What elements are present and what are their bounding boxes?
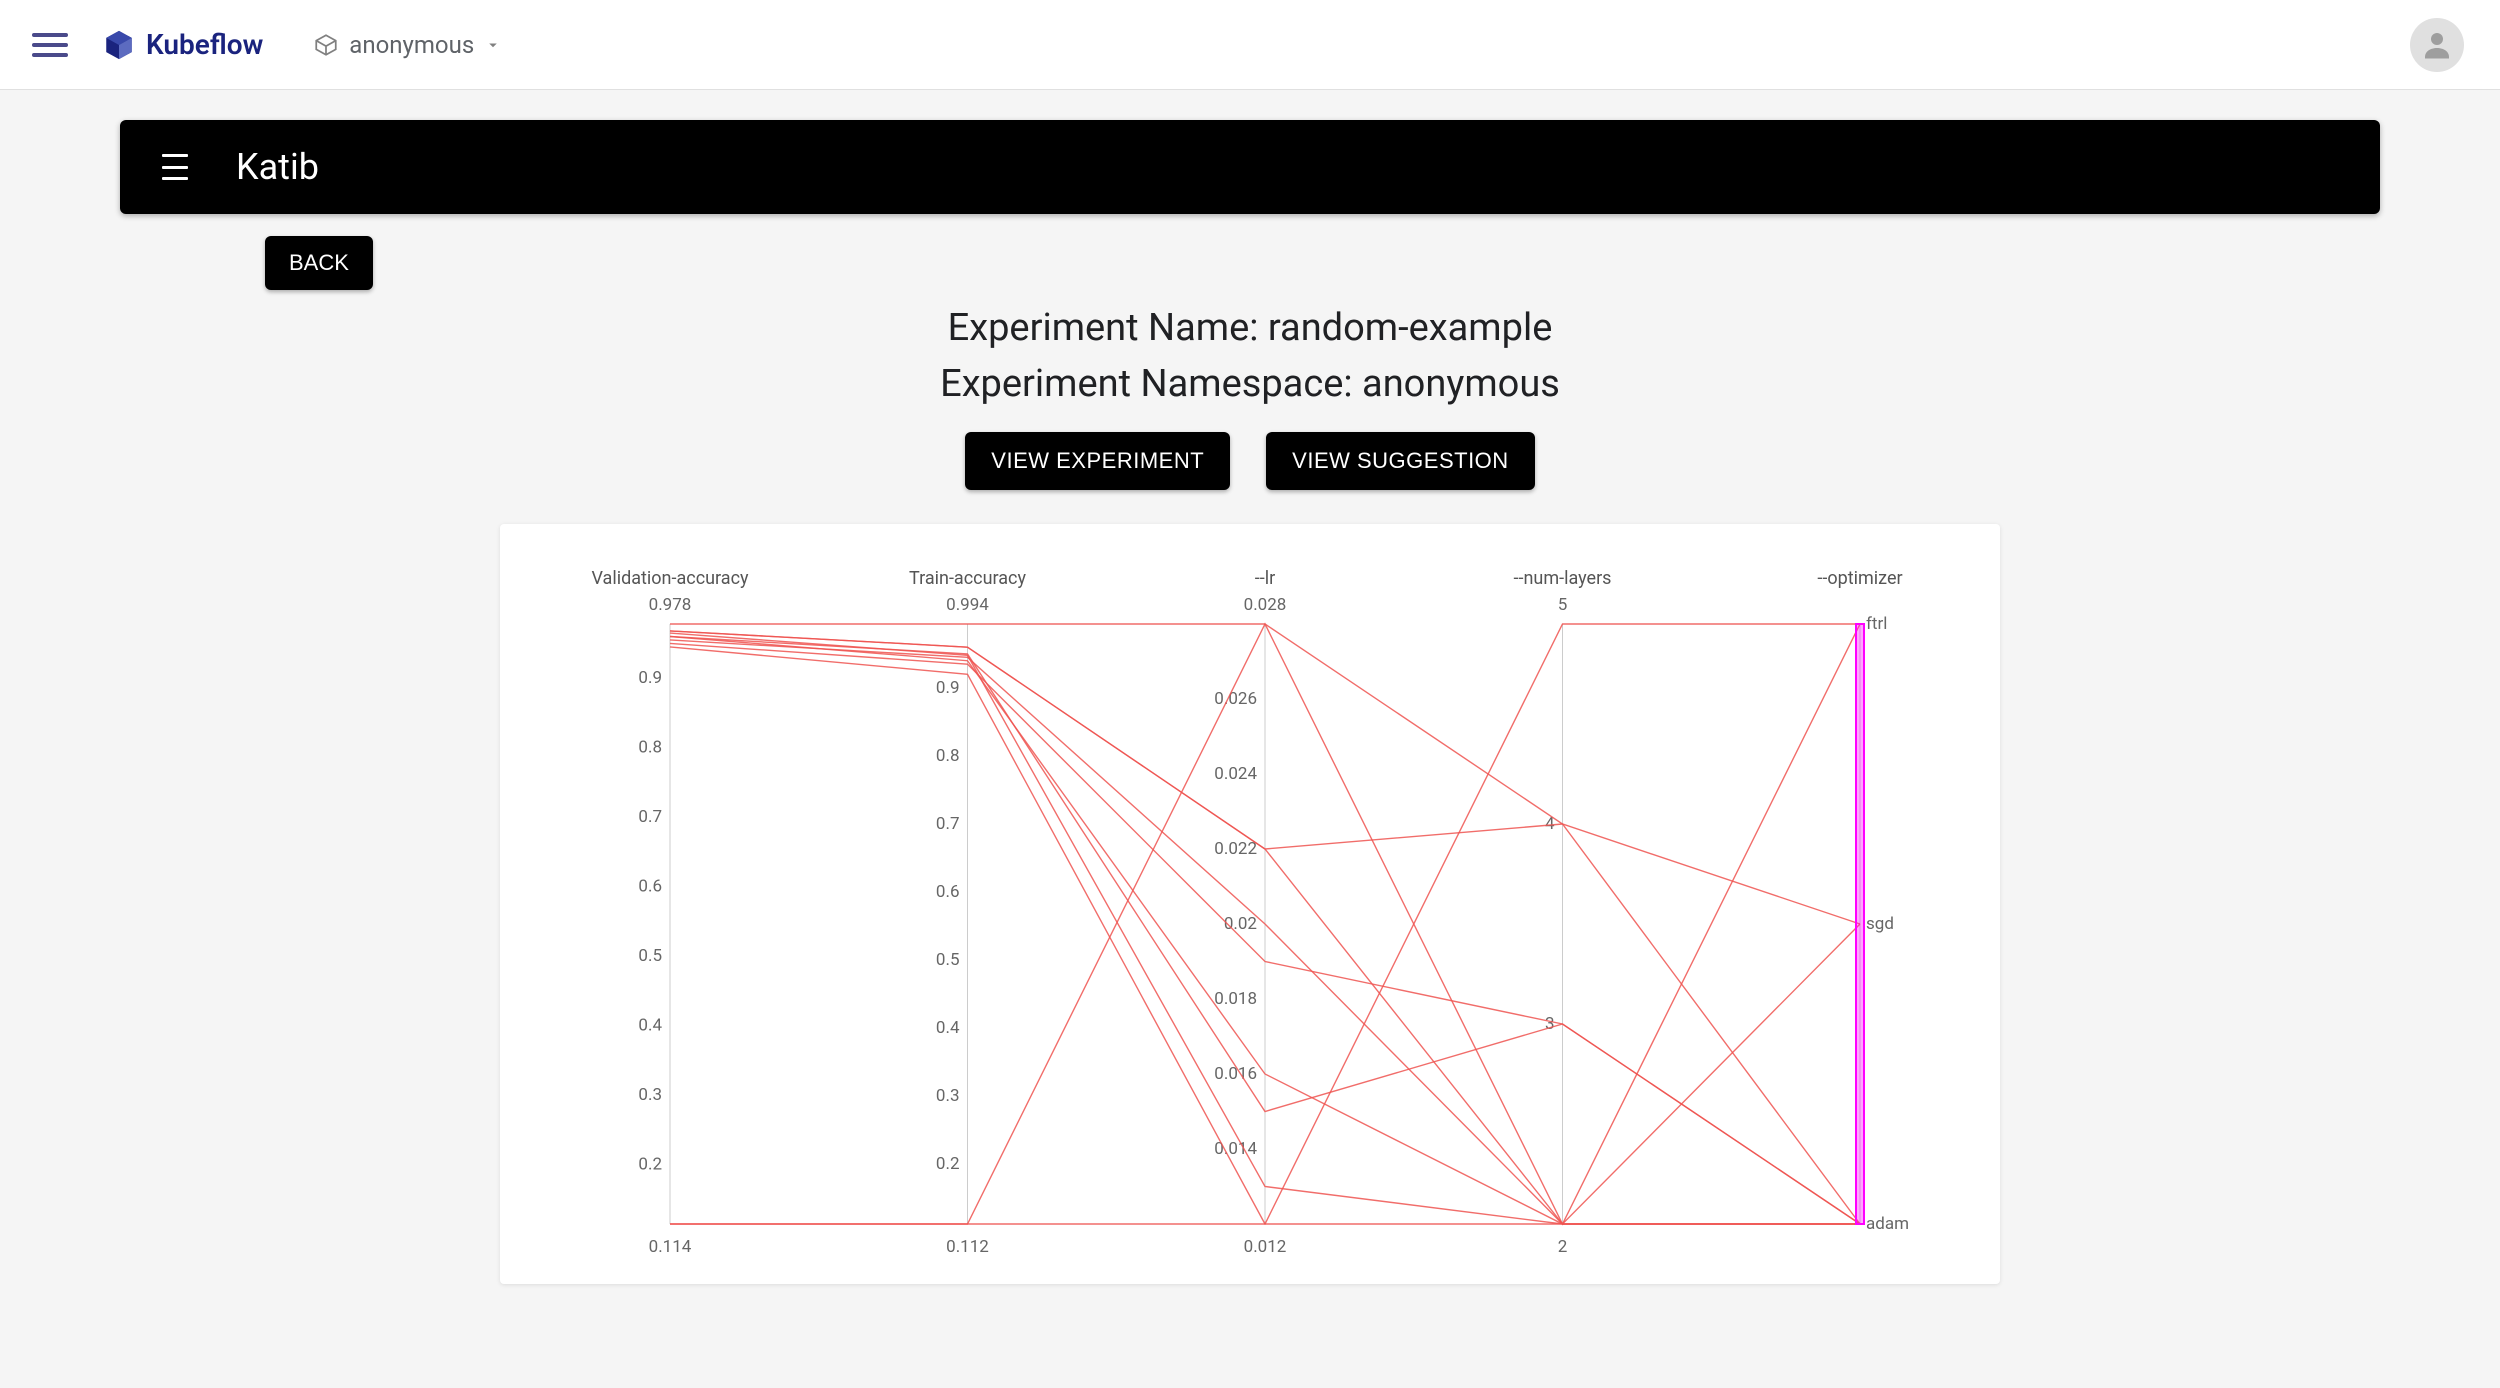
svg-text:ftrl: ftrl xyxy=(1866,614,1887,634)
svg-text:0.022: 0.022 xyxy=(1214,839,1257,859)
svg-text:0.7: 0.7 xyxy=(936,814,960,834)
svg-text:0.9: 0.9 xyxy=(638,668,662,688)
back-button[interactable]: BACK xyxy=(265,236,373,290)
chart-card: Validation-accuracy 0.978 0.9 0.8 0.7 0.6 0.5 0… xyxy=(500,524,2000,1284)
parallel-coordinates-chart[interactable]: Validation-accuracy 0.978 0.9 0.8 0.7 0.6 0.5 0… xyxy=(580,554,1920,1274)
svg-text:5: 5 xyxy=(1558,595,1568,615)
svg-text:--optimizer: --optimizer xyxy=(1817,568,1902,589)
svg-text:3: 3 xyxy=(1545,1014,1555,1034)
svg-text:sgd: sgd xyxy=(1866,914,1894,934)
svg-text:0.7: 0.7 xyxy=(638,807,662,827)
svg-text:0.026: 0.026 xyxy=(1214,689,1257,709)
view-experiment-button[interactable]: VIEW EXPERIMENT xyxy=(965,432,1230,490)
svg-text:0.6: 0.6 xyxy=(936,882,960,902)
svg-text:0.028: 0.028 xyxy=(1244,595,1287,615)
svg-text:4: 4 xyxy=(1545,814,1555,834)
katib-header: Katib xyxy=(120,120,2380,214)
namespace-select[interactable]: anonymous xyxy=(313,31,502,59)
svg-text:0.02: 0.02 xyxy=(1224,914,1257,934)
katib-title: Katib xyxy=(236,146,319,188)
svg-text:0.5: 0.5 xyxy=(638,946,662,966)
svg-text:0.114: 0.114 xyxy=(649,1237,692,1257)
experiment-name: Experiment Name: random-example xyxy=(120,306,2380,350)
svg-text:0.4: 0.4 xyxy=(638,1015,662,1035)
brand-text: Kubeflow xyxy=(146,28,263,61)
cube-icon xyxy=(313,32,339,58)
view-suggestion-button[interactable]: VIEW SUGGESTION xyxy=(1266,432,1535,490)
svg-text:0.2: 0.2 xyxy=(936,1154,960,1174)
main-menu-button[interactable] xyxy=(32,27,68,63)
svg-text:0.024: 0.024 xyxy=(1214,764,1257,784)
experiment-namespace: Experiment Namespace: anonymous xyxy=(120,362,2380,406)
katib-menu-button[interactable] xyxy=(162,154,188,180)
app-topbar: Kubeflow anonymous xyxy=(0,0,2500,90)
brand: Kubeflow xyxy=(102,28,263,62)
svg-text:0.3: 0.3 xyxy=(638,1085,662,1105)
person-icon xyxy=(2419,27,2455,63)
svg-text:0.8: 0.8 xyxy=(638,738,662,758)
svg-text:Validation-accuracy: Validation-accuracy xyxy=(591,568,749,589)
svg-text:0.112: 0.112 xyxy=(946,1237,989,1257)
svg-text:0.018: 0.018 xyxy=(1214,989,1257,1009)
svg-text:0.4: 0.4 xyxy=(936,1018,960,1038)
namespace-label: anonymous xyxy=(349,31,474,59)
user-avatar[interactable] xyxy=(2410,18,2464,72)
svg-text:0.9: 0.9 xyxy=(936,678,960,698)
kubeflow-logo-icon xyxy=(102,28,136,62)
svg-text:2: 2 xyxy=(1558,1237,1568,1257)
svg-text:--lr: --lr xyxy=(1255,568,1275,589)
chevron-down-icon xyxy=(484,36,502,54)
svg-text:Train-accuracy: Train-accuracy xyxy=(909,568,1026,589)
svg-text:0.6: 0.6 xyxy=(638,877,662,897)
svg-text:0.5: 0.5 xyxy=(936,950,960,970)
svg-text:0.8: 0.8 xyxy=(936,746,960,766)
svg-text:adam: adam xyxy=(1866,1214,1909,1234)
svg-text:0.994: 0.994 xyxy=(946,595,989,615)
svg-text:0.012: 0.012 xyxy=(1244,1237,1287,1257)
svg-text:--num-layers: --num-layers xyxy=(1514,568,1612,589)
svg-text:0.978: 0.978 xyxy=(649,595,692,615)
svg-text:0.2: 0.2 xyxy=(638,1154,662,1174)
svg-text:0.3: 0.3 xyxy=(936,1086,960,1106)
